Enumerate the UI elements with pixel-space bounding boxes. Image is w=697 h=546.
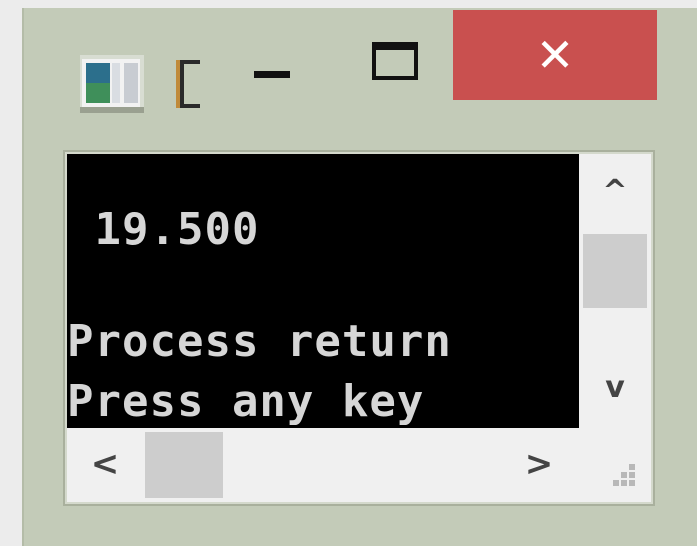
horizontal-scrollbar[interactable]: < > bbox=[67, 428, 579, 502]
scroll-up-icon[interactable]: ^ bbox=[579, 172, 651, 212]
minimize-icon bbox=[254, 71, 290, 78]
console-frame: 19.500 Process return Press any key ^ v … bbox=[63, 150, 655, 506]
console-output[interactable]: 19.500 Process return Press any key bbox=[67, 154, 579, 428]
resize-grip-icon bbox=[613, 464, 635, 486]
maximize-icon bbox=[372, 42, 418, 80]
vertical-scroll-thumb[interactable] bbox=[583, 234, 647, 308]
console-line-process: Process return bbox=[67, 316, 452, 367]
scroll-left-icon[interactable]: < bbox=[87, 444, 123, 484]
scroll-right-icon[interactable]: > bbox=[521, 444, 557, 484]
close-button[interactable]: ✕ bbox=[453, 10, 657, 100]
resize-grip[interactable] bbox=[579, 428, 651, 502]
console-line-press-key: Press any key bbox=[67, 376, 425, 427]
scroll-down-icon[interactable]: v bbox=[579, 368, 651, 408]
console-app-icon bbox=[80, 55, 144, 113]
console-line-result: 19.500 bbox=[67, 204, 260, 255]
close-icon: ✕ bbox=[535, 28, 575, 82]
horizontal-scroll-thumb[interactable] bbox=[145, 432, 223, 498]
title-bracket-glyph bbox=[180, 60, 200, 108]
window-title bbox=[176, 54, 206, 114]
console-window: ✕ 19.500 Process return Press any key ^ … bbox=[22, 8, 697, 546]
maximize-button[interactable] bbox=[354, 28, 444, 108]
minimize-button[interactable] bbox=[232, 38, 318, 108]
vertical-scrollbar[interactable]: ^ v bbox=[579, 154, 651, 428]
